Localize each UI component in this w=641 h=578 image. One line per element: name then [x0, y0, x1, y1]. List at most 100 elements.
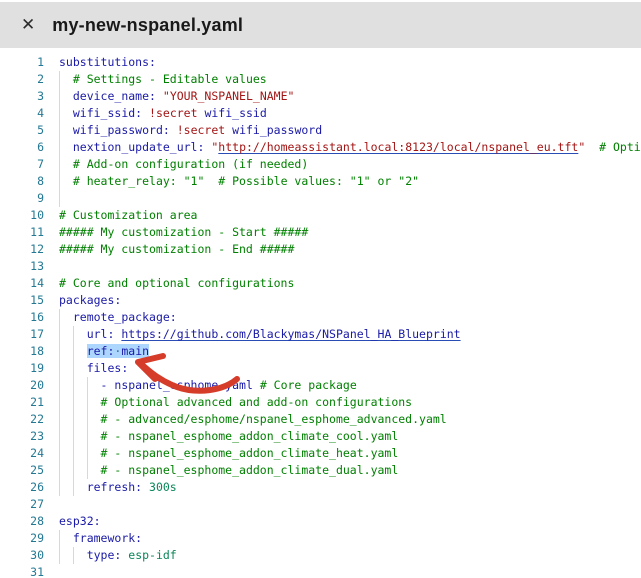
- code-text: ref:·main: [59, 343, 149, 360]
- code-token: type:: [87, 548, 122, 562]
- code-line[interactable]: 7 # Add-on configuration (if needed): [0, 156, 641, 173]
- code-text: type: esp-idf: [59, 547, 177, 564]
- code-token: [156, 89, 163, 103]
- code-line[interactable]: 13: [0, 258, 641, 275]
- file-title: my-new-nspanel.yaml: [52, 15, 243, 36]
- code-token: device_name:: [73, 89, 156, 103]
- code-line[interactable]: 4 wifi_ssid: !secret wifi_ssid: [0, 105, 641, 122]
- line-number: 30: [0, 547, 44, 564]
- code-token: wifi_password:: [73, 123, 170, 137]
- indent-guide: [59, 428, 60, 445]
- code-line[interactable]: 6 nextion_update_url: "http://homeassist…: [0, 139, 641, 156]
- code-token: ##### My customization - End #####: [59, 242, 294, 256]
- code-line[interactable]: 23 # - nspanel_esphome_addon_climate_coo…: [0, 428, 641, 445]
- code-line[interactable]: 5 wifi_password: !secret wifi_password: [0, 122, 641, 139]
- indent-guide: [73, 547, 74, 564]
- code-line[interactable]: 22 # - advanced/esphome/nspanel_esphome_…: [0, 411, 641, 428]
- indent-guide: [59, 190, 60, 207]
- line-number: 3: [0, 88, 44, 105]
- code-line[interactable]: 25 # - nspanel_esphome_addon_climate_dua…: [0, 462, 641, 479]
- code-token: ##### My customization - Start #####: [59, 225, 308, 239]
- code-token: # Add-on configuration (if needed): [73, 157, 308, 171]
- code-line[interactable]: 12 ##### My customization - End #####: [0, 241, 641, 258]
- code-token: # - advanced/esphome/nspanel_esphome_adv…: [101, 412, 447, 426]
- code-line[interactable]: 9: [0, 190, 641, 207]
- line-number: 23: [0, 428, 44, 445]
- code-line[interactable]: 17 url: https://github.com/Blackymas/NSP…: [0, 326, 641, 343]
- code-text: # Add-on configuration (if needed): [59, 156, 308, 173]
- code-token: [253, 378, 260, 392]
- code-token: # - nspanel_esphome_addon_climate_dual.y…: [101, 463, 399, 477]
- line-number: 26: [0, 479, 44, 496]
- code-token: 300s: [149, 480, 177, 494]
- code-line[interactable]: 15packages:: [0, 292, 641, 309]
- code-line[interactable]: 1substitutions:: [0, 54, 641, 71]
- code-token: url:: [87, 327, 115, 341]
- line-number: 13: [0, 258, 44, 275]
- code-token: framework:: [73, 531, 142, 545]
- close-icon[interactable]: ✕: [21, 17, 35, 34]
- indent-guide: [87, 445, 88, 462]
- code-text: files:: [59, 360, 128, 377]
- code-line[interactable]: 29 framework:: [0, 530, 641, 547]
- code-line[interactable]: 27: [0, 496, 641, 513]
- code-token: # Optional advanced and add-on configura…: [101, 395, 413, 409]
- editor-titlebar: ✕ my-new-nspanel.yaml: [0, 2, 641, 48]
- code-token: - nspanel_esphome.yaml: [101, 378, 253, 392]
- code-editor[interactable]: 1substitutions:2 # Settings - Editable v…: [0, 50, 641, 578]
- code-text: ##### My customization - End #####: [59, 241, 294, 258]
- code-line[interactable]: 11 ##### My customization - Start #####: [0, 224, 641, 241]
- code-line[interactable]: 20 - nspanel_esphome.yaml # Core package: [0, 377, 641, 394]
- line-number: 19: [0, 360, 44, 377]
- code-line[interactable]: 26 refresh: 300s: [0, 479, 641, 496]
- code-line[interactable]: 24 # - nspanel_esphome_addon_climate_hea…: [0, 445, 641, 462]
- code-text: refresh: 300s: [59, 479, 177, 496]
- code-line[interactable]: 16 remote_package:: [0, 309, 641, 326]
- code-line[interactable]: 3 device_name: "YOUR_NSPANEL_NAME": [0, 88, 641, 105]
- code-line[interactable]: 14 # Core and optional configurations: [0, 275, 641, 292]
- indent-guide: [59, 394, 60, 411]
- code-token: # Opti: [599, 140, 641, 154]
- indent-guide: [87, 428, 88, 445]
- line-number: 21: [0, 394, 44, 411]
- indent-guide: [73, 360, 74, 377]
- code-text: device_name: "YOUR_NSPANEL_NAME": [59, 88, 294, 105]
- indent-guide: [73, 394, 74, 411]
- line-number: 14: [0, 275, 44, 292]
- code-text: wifi_ssid: !secret wifi_ssid: [59, 105, 267, 122]
- indent-guide: [59, 479, 60, 496]
- code-text: # Optional advanced and add-on configura…: [59, 394, 412, 411]
- indent-guide: [59, 411, 60, 428]
- code-token: esp-idf: [128, 548, 176, 562]
- code-token: esp32:: [59, 514, 101, 528]
- code-token: "YOUR_NSPANEL_NAME": [163, 89, 295, 103]
- code-token: [142, 106, 149, 120]
- code-line[interactable]: 28esp32:: [0, 513, 641, 530]
- code-line[interactable]: 30 type: esp-idf: [0, 547, 641, 564]
- indent-guide: [59, 343, 60, 360]
- code-line[interactable]: 21 # Optional advanced and add-on config…: [0, 394, 641, 411]
- indent-guide: [59, 88, 60, 105]
- code-text: esp32:: [59, 513, 101, 530]
- code-token: # Core and optional configurations: [59, 276, 294, 290]
- code-token: http://homeassistant.local:8123/local/ns…: [218, 140, 578, 154]
- line-number: 8: [0, 173, 44, 190]
- indent-guide: [73, 326, 74, 343]
- line-number: 12: [0, 241, 44, 258]
- code-line[interactable]: 18 ref:·main: [0, 343, 641, 360]
- line-number: 17: [0, 326, 44, 343]
- code-token: remote_package:: [73, 310, 177, 324]
- code-token: https://github.com/Blackymas/NSPanel_HA_…: [121, 327, 460, 341]
- line-number: 24: [0, 445, 44, 462]
- line-number: 2: [0, 71, 44, 88]
- code-line[interactable]: 8 # heater_relay: "1" # Possible values:…: [0, 173, 641, 190]
- indent-guide: [73, 428, 74, 445]
- indent-guide: [59, 122, 60, 139]
- indent-guide: [87, 377, 88, 394]
- line-number: 6: [0, 139, 44, 156]
- code-line[interactable]: 19 files:: [0, 360, 641, 377]
- code-line[interactable]: 2 # Settings - Editable values: [0, 71, 641, 88]
- line-number: 11: [0, 224, 44, 241]
- code-line[interactable]: 10# Customization area: [0, 207, 641, 224]
- selected-token: ref:: [87, 344, 115, 358]
